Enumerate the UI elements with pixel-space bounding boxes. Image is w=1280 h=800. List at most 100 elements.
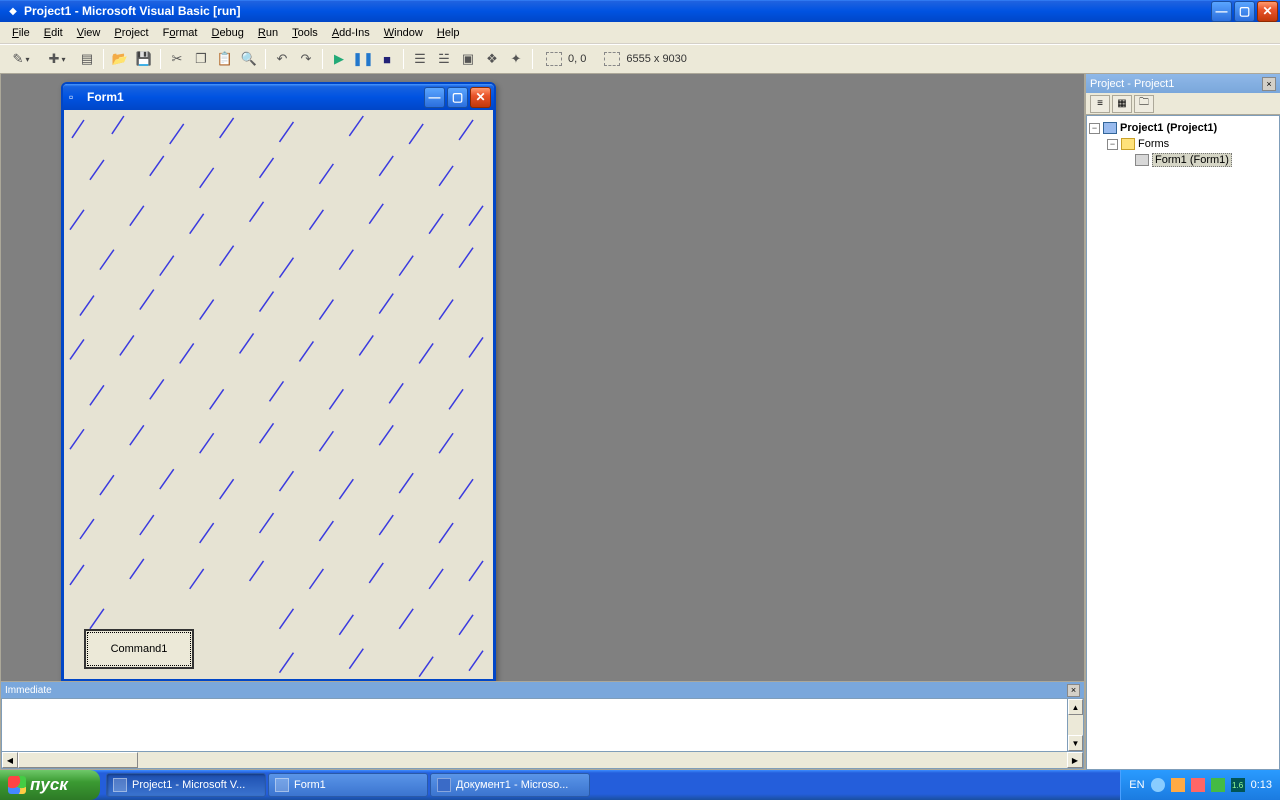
project-toolbar: ≡ ▦ 🗀 (1086, 93, 1280, 115)
maximize-button[interactable]: ▢ (1234, 1, 1255, 22)
scroll-left-icon[interactable]: ◀ (2, 752, 18, 768)
tray-icon[interactable]: 1.6 (1231, 778, 1245, 792)
project-explorer: Project - Project1 × ≡ ▦ 🗀 − Project1 (P… (1085, 74, 1280, 770)
menu-view[interactable]: View (71, 25, 107, 41)
project-explorer-button[interactable]: ☰ (409, 48, 431, 70)
form1-maximize-button[interactable]: ▢ (447, 87, 468, 108)
undo-button[interactable]: ↶ (271, 48, 293, 70)
close-button[interactable]: ✕ (1257, 1, 1278, 22)
object-browser-button[interactable]: ❖ (481, 48, 503, 70)
form1-minimize-button[interactable]: — (424, 87, 445, 108)
start-button[interactable]: пуск (0, 770, 100, 800)
coord-indicator: 0, 0 (538, 52, 594, 66)
form1-titlebar[interactable]: ▫ Form1 — ▢ ✕ (63, 84, 494, 110)
menu-tools[interactable]: Tools (286, 25, 324, 41)
add-project-button[interactable]: ✎ (4, 48, 38, 70)
view-code-button[interactable]: ≡ (1090, 95, 1110, 113)
expand-icon[interactable]: − (1089, 123, 1100, 134)
vb-main-window: ◆ Project1 - Microsoft Visual Basic [run… (0, 0, 1280, 770)
minimize-button[interactable]: — (1211, 1, 1232, 22)
paste-button[interactable]: 📋 (214, 48, 236, 70)
project-panel-title: Project - Project1 (1090, 78, 1262, 90)
copy-button[interactable]: ❐ (190, 48, 212, 70)
tree-project-root[interactable]: Project1 (Project1) (1120, 122, 1217, 134)
form-icon (1135, 154, 1149, 166)
task-vb-label: Project1 - Microsoft V... (132, 779, 245, 791)
immediate-title-text: Immediate (5, 685, 1067, 696)
menu-edit[interactable]: Edit (38, 25, 69, 41)
menubar: File Edit View Project Format Debug Run … (0, 22, 1280, 44)
tray-icon[interactable] (1211, 778, 1225, 792)
tree-form1-item[interactable]: Form1 (Form1) (1152, 153, 1232, 167)
form-icon (275, 778, 289, 792)
titlebar[interactable]: ◆ Project1 - Microsoft Visual Basic [run… (0, 0, 1280, 22)
window-title: Project1 - Microsoft Visual Basic [run] (24, 4, 1211, 18)
form1-window[interactable]: ▫ Form1 — ▢ ✕ (61, 82, 496, 682)
scroll-thumb[interactable] (18, 752, 138, 768)
cut-button[interactable]: ✂ (166, 48, 188, 70)
size-indicator: 6555 x 9030 (596, 52, 695, 66)
open-button[interactable]: 📂 (109, 48, 131, 70)
immediate-close-button[interactable]: × (1067, 684, 1080, 697)
menu-addins[interactable]: Add-Ins (326, 25, 376, 41)
windows-logo-icon (8, 776, 26, 794)
vb-icon (113, 778, 127, 792)
expand-icon[interactable]: − (1107, 139, 1118, 150)
workarea: ▫ Form1 — ▢ ✕ (0, 74, 1280, 770)
menu-editor-button[interactable]: ▤ (76, 48, 98, 70)
immediate-window: Immediate × ▲ ▼ ◀ (1, 681, 1084, 769)
end-button[interactable]: ■ (376, 48, 398, 70)
command1-button[interactable]: Command1 (84, 629, 194, 669)
form1-close-button[interactable]: ✕ (470, 87, 491, 108)
toolbox-button[interactable]: ✦ (505, 48, 527, 70)
redo-button[interactable]: ↷ (295, 48, 317, 70)
menu-help[interactable]: Help (431, 25, 466, 41)
task-form1[interactable]: Form1 (268, 773, 428, 797)
clock[interactable]: 0:13 (1251, 779, 1272, 791)
task-vb[interactable]: Project1 - Microsoft V... (106, 773, 266, 797)
tray-icon[interactable] (1151, 778, 1165, 792)
language-indicator[interactable]: EN (1129, 779, 1144, 791)
immediate-titlebar[interactable]: Immediate × (1, 682, 1084, 698)
task-word-label: Документ1 - Microso... (456, 779, 568, 791)
toolbar: ✎ ✚ ▤ 📂 💾 ✂ ❐ 📋 🔍 ↶ ↷ ▶ ❚❚ ■ ☰ ☱ ▣ ❖ ✦ 0… (0, 44, 1280, 74)
project-panel-close-button[interactable]: × (1262, 77, 1276, 91)
form-layout-button[interactable]: ▣ (457, 48, 479, 70)
project-tree[interactable]: − Project1 (Project1) − Forms Form1 (For… (1086, 115, 1280, 770)
immediate-vscroll[interactable]: ▲ ▼ (1067, 698, 1084, 752)
form-icon: ▫ (69, 90, 83, 104)
scroll-down-icon[interactable]: ▼ (1068, 735, 1083, 751)
tree-forms-folder[interactable]: Forms (1138, 138, 1169, 150)
start-label: пуск (30, 775, 68, 795)
mdi-client: ▫ Form1 — ▢ ✕ (0, 74, 1085, 770)
menu-project[interactable]: Project (108, 25, 154, 41)
add-form-button[interactable]: ✚ (40, 48, 74, 70)
form1-client: Command1 (63, 110, 494, 680)
menu-file[interactable]: File (6, 25, 36, 41)
break-button[interactable]: ❚❚ (352, 48, 374, 70)
task-word[interactable]: Документ1 - Microso... (430, 773, 590, 797)
rain-canvas (64, 110, 493, 679)
menu-window[interactable]: Window (378, 25, 429, 41)
toggle-folders-button[interactable]: 🗀 (1134, 95, 1154, 113)
immediate-textarea[interactable] (1, 698, 1067, 752)
tray-icon[interactable] (1191, 778, 1205, 792)
project-icon (1103, 122, 1117, 134)
scroll-right-icon[interactable]: ▶ (1067, 752, 1083, 768)
menu-run[interactable]: Run (252, 25, 284, 41)
app-icon: ◆ (6, 4, 20, 18)
immediate-hscroll[interactable]: ◀ ▶ (1, 752, 1084, 769)
project-panel-titlebar[interactable]: Project - Project1 × (1086, 74, 1280, 93)
folder-icon (1121, 138, 1135, 150)
scroll-up-icon[interactable]: ▲ (1068, 699, 1083, 715)
menu-debug[interactable]: Debug (205, 25, 249, 41)
menu-format[interactable]: Format (157, 25, 204, 41)
find-button[interactable]: 🔍 (238, 48, 260, 70)
task-form1-label: Form1 (294, 779, 326, 791)
save-button[interactable]: 💾 (133, 48, 155, 70)
tray-icon[interactable] (1171, 778, 1185, 792)
view-object-button[interactable]: ▦ (1112, 95, 1132, 113)
start-button[interactable]: ▶ (328, 48, 350, 70)
system-tray[interactable]: EN 1.6 0:13 (1120, 770, 1280, 800)
properties-button[interactable]: ☱ (433, 48, 455, 70)
